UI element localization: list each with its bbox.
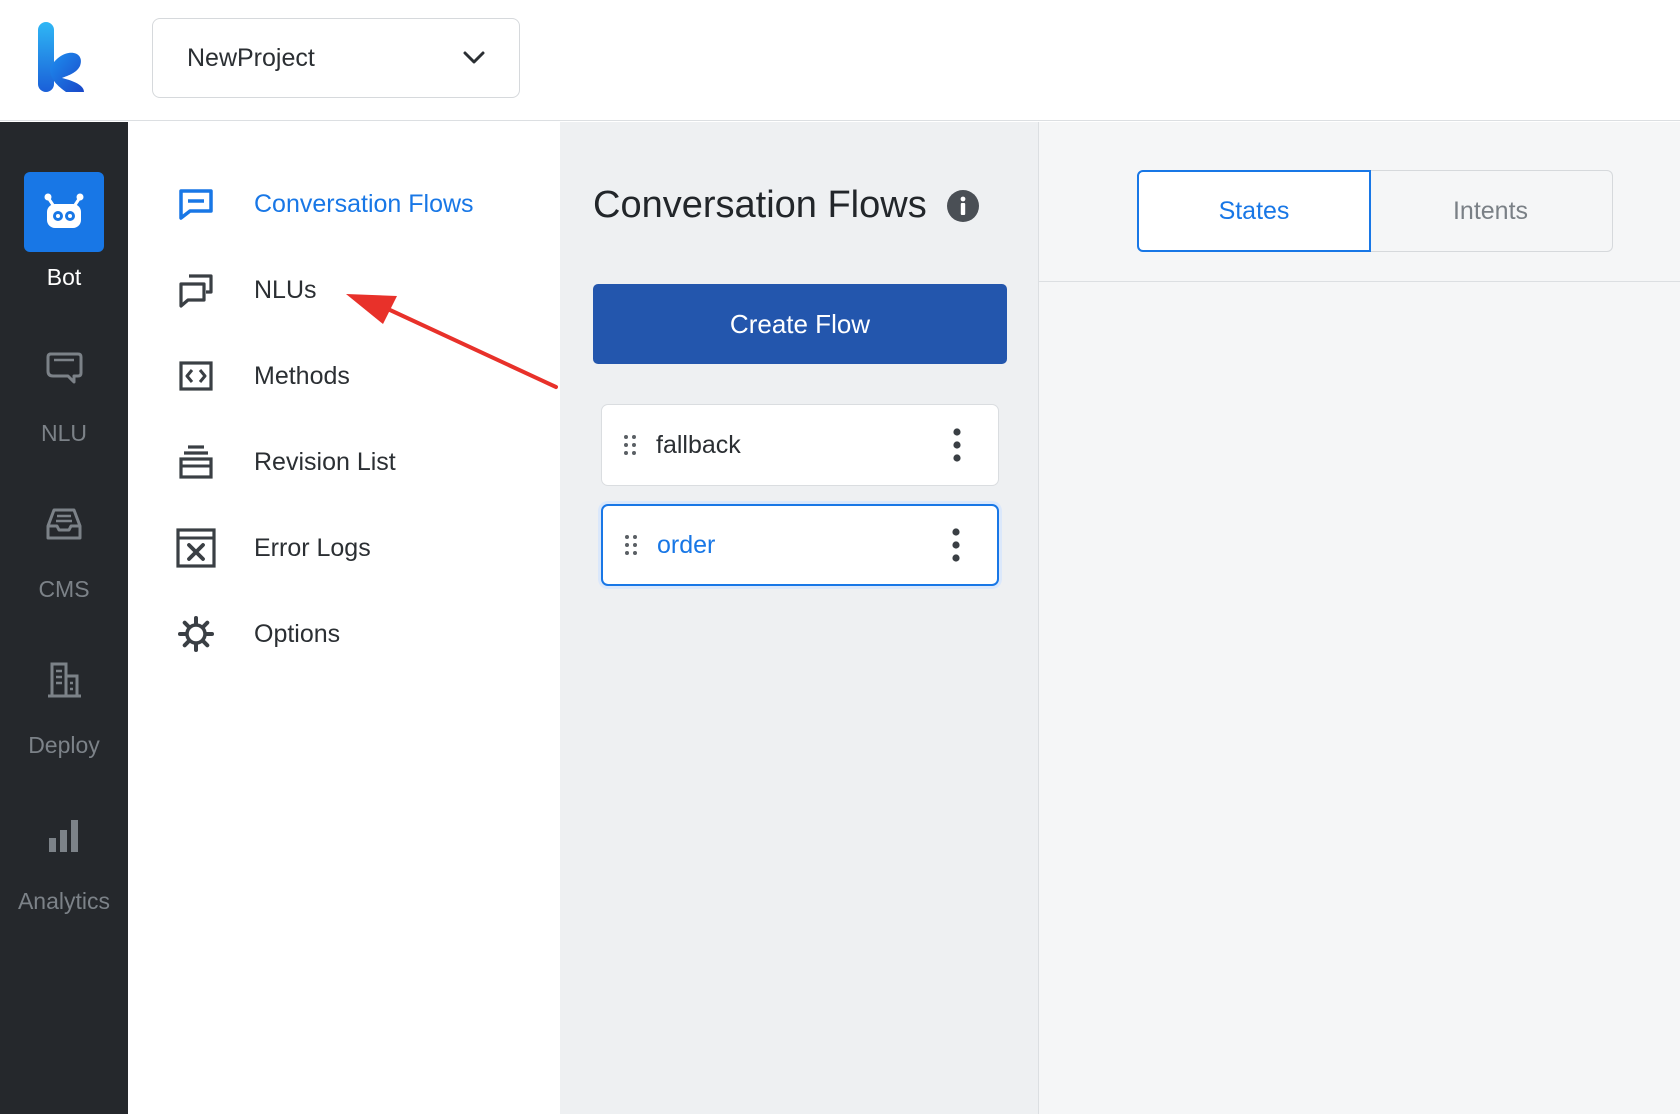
bar-chart-icon xyxy=(49,820,78,852)
bot-icon xyxy=(44,193,84,228)
nav-label-nlus: NLUs xyxy=(254,275,317,304)
rail-item-analytics[interactable]: Analytics xyxy=(0,796,128,916)
nav-item-error-logs[interactable]: Error Logs xyxy=(176,518,536,578)
gear-icon xyxy=(178,616,214,652)
nav-label-conversation-flows: Conversation Flows xyxy=(254,189,474,218)
rail-label-deploy: Deploy xyxy=(28,732,100,758)
tab-intents[interactable]: Intents xyxy=(1369,170,1613,252)
flow-detail-panel: States Intents xyxy=(1038,122,1680,1114)
tab-states[interactable]: States xyxy=(1137,170,1371,252)
nav-item-nlus[interactable]: NLUs xyxy=(176,260,536,320)
detail-header: States Intents xyxy=(1039,122,1680,282)
flow-name: fallback xyxy=(656,430,741,459)
stack-icon xyxy=(179,445,213,479)
nav-label-options: Options xyxy=(254,619,341,648)
rail-item-bot[interactable]: Bot xyxy=(0,172,128,292)
code-icon xyxy=(179,361,213,391)
nav-label-error-logs: Error Logs xyxy=(254,533,371,562)
rail-label-analytics: Analytics xyxy=(17,888,111,914)
more-vertical-icon[interactable] xyxy=(941,525,971,565)
chat-bubble-icon xyxy=(46,352,83,384)
app-logo[interactable] xyxy=(36,20,92,96)
rail-item-cms[interactable]: CMS xyxy=(0,484,128,604)
rail-label-bot: Bot xyxy=(46,264,82,290)
bot-section-nav: Conversation Flows NLUs Methods Revision… xyxy=(128,122,560,1114)
nav-item-revision-list[interactable]: Revision List xyxy=(176,432,536,492)
project-select-label: NewProject xyxy=(187,43,315,72)
rail-item-deploy[interactable]: Deploy xyxy=(0,640,128,760)
error-window-icon xyxy=(176,528,216,568)
drag-handle-icon[interactable] xyxy=(621,533,641,557)
flow-item-fallback[interactable]: fallback xyxy=(601,404,999,486)
message-square-icon xyxy=(179,189,213,220)
nav-item-conversation-flows[interactable]: Conversation Flows xyxy=(176,174,536,234)
nav-item-options[interactable]: Options xyxy=(176,604,536,664)
rail-item-nlu[interactable]: NLU xyxy=(0,328,128,448)
building-icon xyxy=(48,662,81,698)
nav-label-methods: Methods xyxy=(254,361,350,390)
panel-title: Conversation Flows xyxy=(593,184,927,226)
drag-handle-icon[interactable] xyxy=(620,433,640,457)
more-vertical-icon[interactable] xyxy=(942,425,972,465)
conversation-flows-panel: Conversation Flows Create Flow fallback xyxy=(560,122,1038,1114)
main-rail: Bot NLU CMS Deploy Analytics xyxy=(0,122,128,1114)
stacked-chats-icon xyxy=(179,274,213,308)
info-icon[interactable] xyxy=(946,189,979,222)
nav-label-revision-list: Revision List xyxy=(254,447,396,476)
flow-item-order[interactable]: order xyxy=(601,504,999,586)
flow-name: order xyxy=(657,530,716,559)
chevron-down-icon xyxy=(463,51,485,64)
rail-label-nlu: NLU xyxy=(40,420,87,446)
create-flow-button[interactable]: Create Flow xyxy=(593,284,1007,364)
nav-item-methods[interactable]: Methods xyxy=(176,346,536,406)
top-bar: NewProject xyxy=(0,0,1680,121)
inbox-icon xyxy=(46,508,82,540)
rail-label-cms: CMS xyxy=(38,576,90,602)
project-select[interactable]: NewProject xyxy=(152,18,520,98)
